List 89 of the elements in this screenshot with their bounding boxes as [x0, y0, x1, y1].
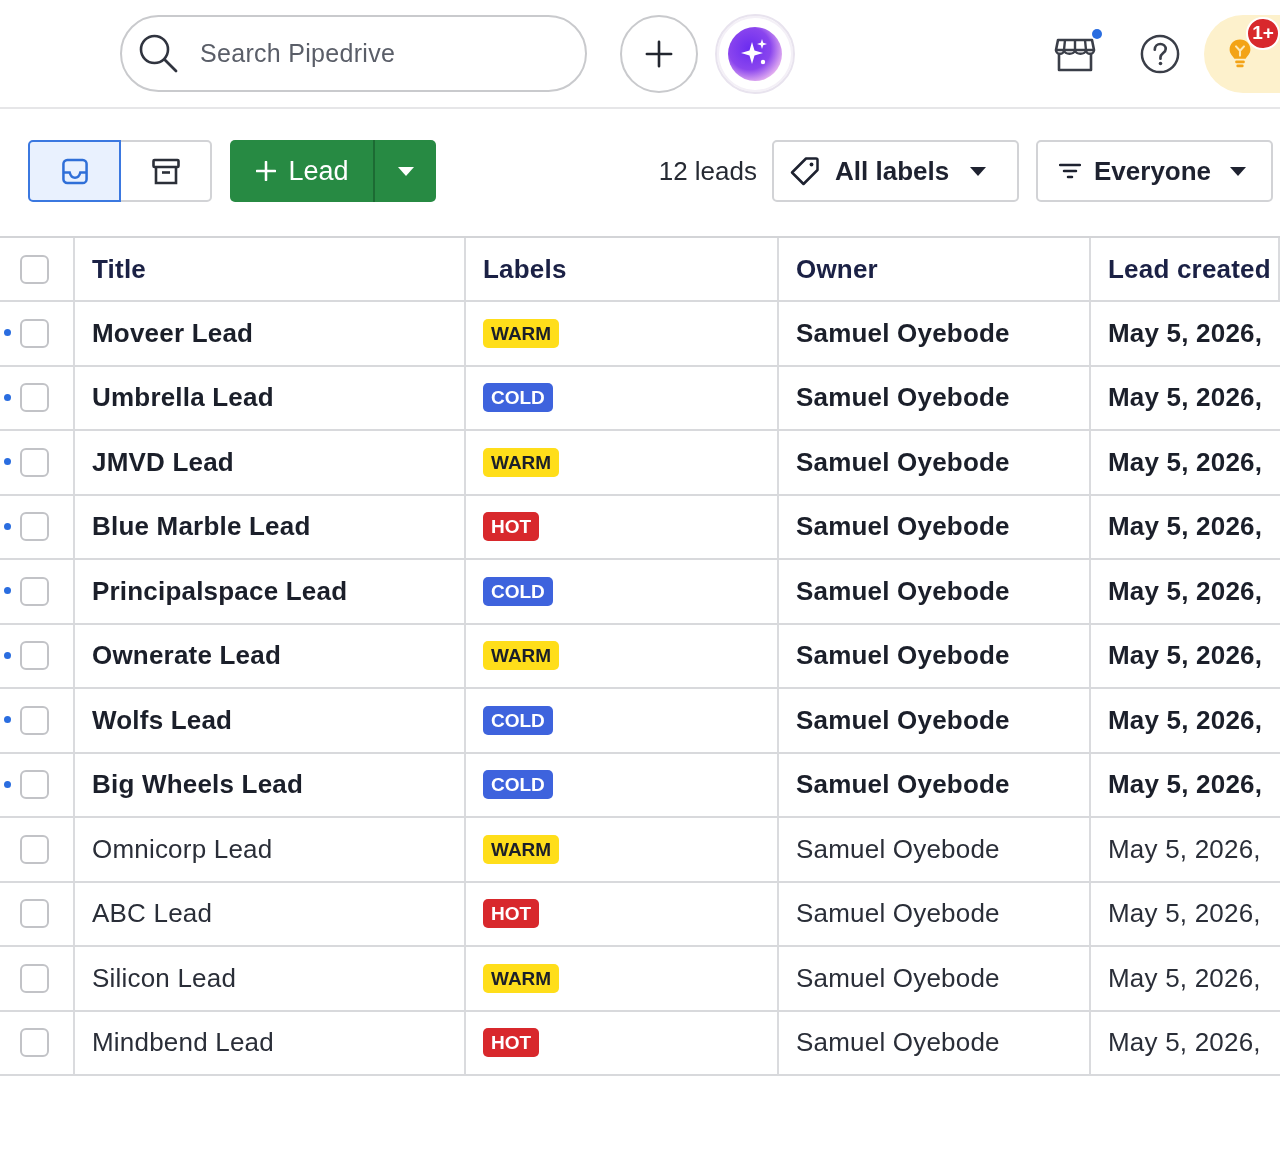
row-checkbox[interactable] [20, 770, 49, 800]
owner-cell: Samuel Oyebode [779, 947, 1091, 1010]
owner-cell: Samuel Oyebode [779, 689, 1091, 752]
label-tag: COLD [483, 770, 553, 800]
archive-box-icon [151, 157, 180, 185]
lead-title[interactable]: Omnicorp Lead [75, 818, 466, 881]
plus-icon [256, 161, 277, 181]
add-options-button[interactable] [373, 140, 436, 202]
lead-count: 12 leads [658, 155, 757, 187]
lightbulb-icon [1228, 37, 1252, 70]
select-all-checkbox[interactable] [20, 254, 49, 284]
plus-icon [645, 39, 673, 68]
owner-cell: Samuel Oyebode [779, 560, 1091, 623]
add-lead-button[interactable]: Lead [230, 140, 373, 202]
row-checkbox[interactable] [20, 705, 49, 735]
lead-title[interactable]: Wolfs Lead [75, 689, 466, 752]
label-tag: COLD [483, 705, 553, 735]
owner-cell: Samuel Oyebode [779, 495, 1091, 558]
owner-cell: Samuel Oyebode [779, 431, 1091, 494]
created-date-cell-text: May 5, 2026, [1107, 832, 1262, 866]
row-checkbox[interactable] [20, 641, 49, 671]
owner-filter-button[interactable]: Everyone [1036, 140, 1273, 202]
notification-badge: 1+ [1246, 16, 1280, 50]
row-checkbox[interactable] [20, 899, 49, 929]
owner-cell: Samuel Oyebode [779, 818, 1091, 881]
created-date-cell-text: May 5, 2026, [1107, 381, 1264, 415]
help-button[interactable] [1140, 33, 1180, 74]
archive-view-button[interactable] [119, 140, 212, 202]
owner-cell: Samuel Oyebode [779, 882, 1091, 945]
tips-button[interactable]: 1+ [1204, 14, 1280, 93]
created-date-cell-text: May 5, 2026, [1107, 316, 1264, 350]
lead-title[interactable]: Mindbend Lead [75, 1011, 466, 1074]
search-field[interactable]: Search Pipedrive [120, 15, 587, 92]
created-date-cell-text: May 5, 2026, [1107, 574, 1264, 608]
row-checkbox[interactable] [20, 447, 49, 477]
lead-title[interactable]: Blue Marble Lead [75, 495, 466, 558]
row-checkbox[interactable] [20, 834, 49, 864]
row-checkbox[interactable] [20, 1028, 49, 1058]
lead-title[interactable]: Umbrella Lead [75, 366, 466, 429]
caret-icon [397, 166, 414, 176]
label-tag: COLD [483, 383, 553, 413]
row-checkbox[interactable] [20, 318, 49, 348]
owner-cell: Samuel Oyebode [779, 1011, 1091, 1074]
help-icon [1140, 33, 1180, 74]
created-date-cell-text: May 5, 2026, [1107, 445, 1264, 479]
inbox-view-button[interactable] [28, 140, 121, 202]
label-tag: WARM [483, 641, 560, 671]
label-tag: HOT [483, 1028, 540, 1058]
labels-filter-button[interactable]: All labels [772, 140, 1019, 202]
lead-title[interactable]: Silicon Lead [75, 947, 466, 1010]
label-tag: COLD [483, 576, 553, 606]
row-checkbox[interactable] [20, 576, 49, 606]
row-checkbox[interactable] [20, 963, 49, 993]
tag-icon [790, 156, 820, 186]
column-header[interactable]: Labels [466, 238, 779, 300]
label-tag: WARM [483, 447, 560, 477]
sparkle-icon [728, 26, 782, 81]
owner-cell: Samuel Oyebode [779, 753, 1091, 816]
created-date-cell-text: May 5, 2026, [1107, 703, 1264, 737]
lead-title[interactable]: Principalspace Lead [75, 560, 466, 623]
created-date-cell-text: May 5, 2026, [1107, 1026, 1262, 1060]
inbox-icon [60, 157, 89, 185]
label-tag: WARM [483, 318, 560, 348]
row-checkbox[interactable] [20, 512, 49, 542]
owner-cell: Samuel Oyebode [779, 624, 1091, 687]
column-header[interactable]: Title [75, 238, 466, 300]
created-date-cell-text: May 5, 2026, [1107, 639, 1264, 673]
search-icon [138, 33, 178, 73]
column-header[interactable]: Lead created [1091, 238, 1280, 300]
column-header[interactable]: Owner [779, 238, 1091, 300]
created-date-cell-text: May 5, 2026, [1107, 961, 1262, 995]
created-date-cell-text: May 5, 2026, [1107, 768, 1264, 802]
created-date-cell-text: May 5, 2026, [1107, 897, 1262, 931]
caret-icon [970, 166, 987, 176]
created-date-cell-text: May 5, 2026, [1107, 510, 1264, 544]
lead-title[interactable]: ABC Lead [75, 882, 466, 945]
label-tag: WARM [483, 834, 560, 864]
lead-title[interactable]: JMVD Lead [75, 431, 466, 494]
owner-cell: Samuel Oyebode [779, 302, 1091, 365]
label-tag: HOT [483, 899, 540, 929]
lead-title[interactable]: Ownerate Lead [75, 624, 466, 687]
label-tag: HOT [483, 512, 540, 542]
lead-title[interactable]: Moveer Lead [75, 302, 466, 365]
row-checkbox[interactable] [20, 383, 49, 413]
label-tag: WARM [483, 963, 560, 993]
owner-cell: Samuel Oyebode [779, 366, 1091, 429]
filter-icon [1059, 163, 1081, 179]
lead-title[interactable]: Big Wheels Lead [75, 753, 466, 816]
caret-icon [1230, 166, 1247, 176]
